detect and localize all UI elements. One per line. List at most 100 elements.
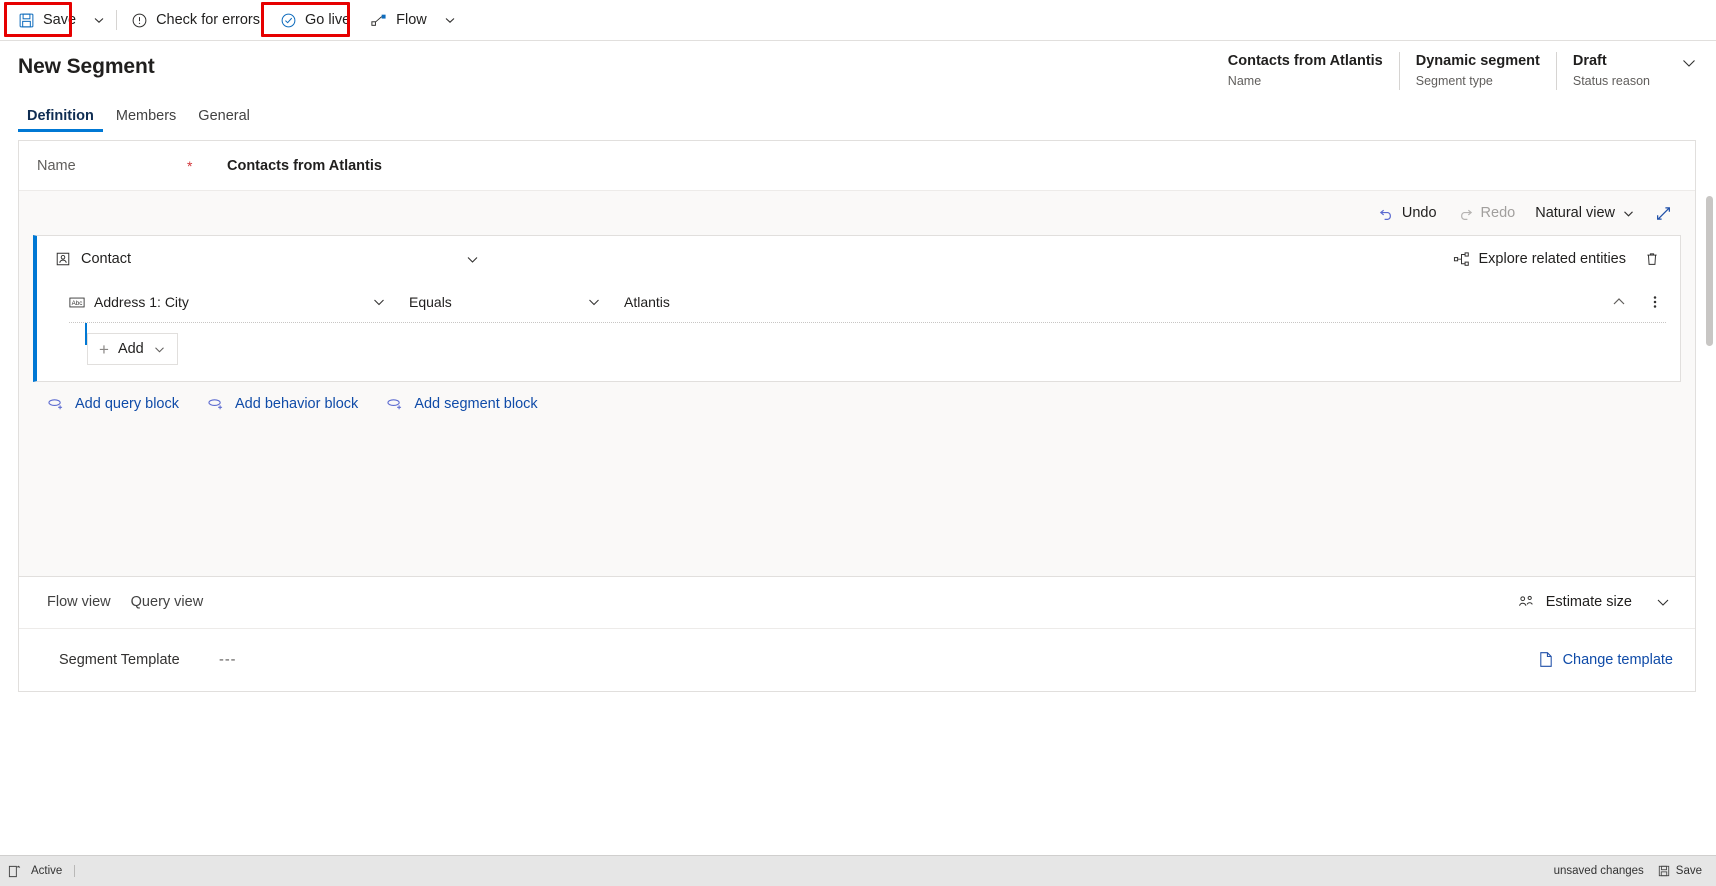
header-meta-segment-type-value: Dynamic segment: [1415, 53, 1540, 69]
estimate-size-group: Estimate size: [1508, 588, 1681, 616]
check-for-errors-button[interactable]: Check for errors: [121, 5, 270, 36]
trash-icon[interactable]: [1638, 247, 1666, 271]
change-template-button[interactable]: Change template: [1530, 646, 1681, 673]
chevron-up-icon[interactable]: [1608, 291, 1630, 313]
add-query-block-button[interactable]: Add query block: [47, 396, 179, 412]
condition-value-input[interactable]: Atlantis: [624, 294, 670, 310]
add-behavior-block-button[interactable]: Add behavior block: [207, 396, 358, 412]
chevron-down-icon: [1622, 207, 1635, 220]
name-required-asterisk: *: [187, 157, 193, 174]
status-bar-status: Active: [31, 865, 76, 877]
unsaved-changes-text: unsaved changes: [1553, 865, 1644, 877]
contact-entity-icon: [55, 251, 71, 267]
entity-tab-list: Definition Members General: [0, 97, 1716, 132]
add-condition-chevron-down-icon: [153, 343, 166, 356]
header-expand-chevron-down-icon[interactable]: [1666, 52, 1698, 72]
add-segment-block-button[interactable]: Add segment block: [386, 396, 538, 412]
segment-template-label: Segment Template: [59, 651, 180, 668]
page-bottom-filler: [0, 691, 1716, 855]
name-field-label: Name: [37, 157, 76, 174]
add-connector-line: [85, 323, 87, 345]
condition-operator-value[interactable]: Equals: [409, 294, 584, 310]
add-condition-button[interactable]: + Add: [87, 333, 178, 365]
page-icon: [1538, 651, 1554, 668]
condition-row: Abc Address 1: City Equals Atlantis: [37, 282, 1680, 322]
definition-card: Name * Contacts from Atlantis Undo Redo …: [18, 140, 1696, 692]
save-icon: [18, 12, 35, 29]
name-input[interactable]: Contacts from Atlantis: [227, 158, 382, 174]
segment-editor-app: Save Check for errors Go live Flow New S…: [0, 0, 1716, 886]
more-vertical-icon[interactable]: [1644, 291, 1666, 313]
query-block-collapse-chevron-down-icon[interactable]: [461, 248, 484, 271]
condition-field-selector[interactable]: Abc Address 1: City: [69, 294, 369, 310]
flow-view-tab[interactable]: Flow view: [37, 588, 121, 616]
status-bar-save-button[interactable]: Save: [1658, 865, 1702, 877]
plus-icon: +: [99, 339, 109, 359]
redo-label: Redo: [1480, 205, 1516, 221]
save-icon: [1658, 865, 1670, 877]
go-live-label: Go live: [305, 12, 351, 28]
header-meta-status-reason-label: Status reason: [1572, 74, 1650, 88]
undo-label: Undo: [1401, 205, 1437, 221]
explore-related-entities-label: Explore related entities: [1478, 251, 1627, 267]
expand-designer-button[interactable]: [1646, 200, 1681, 227]
query-blocks-container: Contact Explore related entities Abc Add…: [19, 235, 1695, 382]
status-bar-left: Active: [8, 865, 76, 878]
redo-icon: [1457, 205, 1474, 222]
add-segment-block-label: Add segment block: [414, 396, 538, 412]
text-attribute-icon: Abc: [69, 296, 85, 309]
related-entities-icon: [1453, 251, 1470, 267]
designer-toolbar: Undo Redo Natural view: [19, 191, 1695, 235]
add-block-links: Add query block Add behavior block Add s…: [19, 382, 1695, 412]
query-view-tab[interactable]: Query view: [121, 588, 214, 616]
card-scrollbar[interactable]: [1704, 196, 1715, 696]
view-mode-label: Natural view: [1535, 205, 1615, 221]
add-behavior-block-icon: [207, 397, 224, 412]
tab-members[interactable]: Members: [107, 107, 185, 132]
query-block-entity[interactable]: Contact: [55, 251, 131, 267]
explore-related-entities-button[interactable]: Explore related entities: [1447, 247, 1633, 271]
undo-button[interactable]: Undo: [1369, 200, 1446, 227]
people-icon: [1517, 594, 1536, 610]
tab-general[interactable]: General: [189, 107, 259, 132]
change-template-label: Change template: [1562, 651, 1673, 668]
estimate-size-chevron-down-icon[interactable]: [1645, 588, 1681, 616]
estimate-size-button[interactable]: Estimate size: [1508, 588, 1641, 616]
add-condition-label: Add: [117, 341, 144, 357]
flow-view-label: Flow view: [47, 594, 111, 610]
flow-button[interactable]: Flow: [360, 5, 437, 36]
save-button-label: Save: [43, 12, 77, 28]
add-query-block-label: Add query block: [75, 396, 179, 412]
add-query-block-icon: [47, 397, 64, 412]
error-circle-icon: [131, 12, 148, 29]
svg-text:Abc: Abc: [72, 300, 83, 307]
check-circle-icon: [280, 12, 297, 29]
check-for-errors-label: Check for errors: [156, 12, 261, 28]
header-meta-segment-type-label: Segment type: [1415, 74, 1493, 88]
segment-template-row: Segment Template --- Change template: [19, 628, 1695, 691]
query-view-label: Query view: [130, 594, 204, 610]
tab-definition[interactable]: Definition: [18, 107, 103, 132]
condition-operator-chevron-down-icon[interactable]: [584, 292, 604, 312]
tab-general-label: General: [198, 108, 250, 124]
view-mode-selector[interactable]: Natural view: [1526, 200, 1644, 226]
query-block-actions: Explore related entities: [1447, 247, 1667, 271]
tab-members-label: Members: [115, 108, 177, 124]
redo-button: Redo: [1448, 200, 1525, 227]
save-button[interactable]: Save: [8, 5, 86, 36]
save-options-caret[interactable]: [86, 5, 112, 36]
tab-definition-label: Definition: [27, 108, 94, 124]
condition-field-chevron-down-icon[interactable]: [369, 292, 389, 312]
expand-icon: [1655, 205, 1672, 222]
go-live-button[interactable]: Go live: [270, 5, 360, 36]
card-scrollbar-thumb[interactable]: [1706, 196, 1713, 346]
flow-options-caret[interactable]: [437, 5, 463, 36]
header-meta-status-reason: Draft Status reason: [1555, 52, 1666, 90]
designer-view-tabs: Flow view Query view Estimate size: [19, 576, 1695, 629]
status-bar: Active unsaved changes Save: [0, 855, 1716, 886]
add-behavior-block-label: Add behavior block: [234, 396, 359, 412]
condition-row-actions: [1608, 291, 1666, 313]
page-header: New Segment Contacts from Atlantis Name …: [0, 41, 1716, 97]
header-meta-name-label: Name: [1227, 74, 1262, 88]
name-field-row: Name * Contacts from Atlantis: [19, 141, 1695, 191]
